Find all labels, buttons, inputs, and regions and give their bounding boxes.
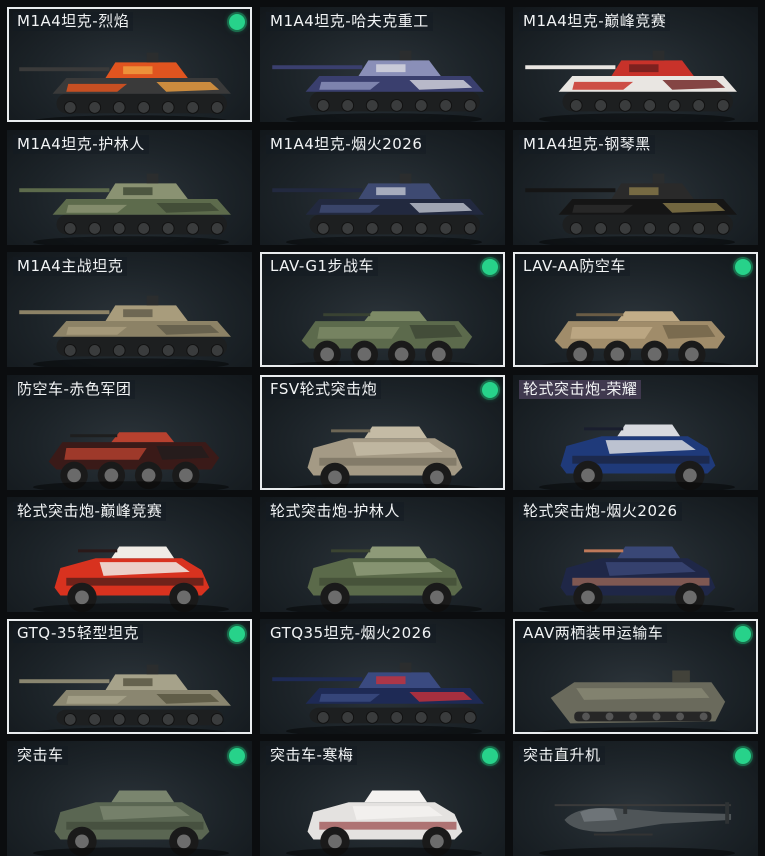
vehicle-image: [287, 311, 481, 365]
vehicle-name: FSV轮式突击炮: [266, 380, 382, 399]
vehicle-card[interactable]: M1A4坦克-哈夫克重工: [260, 7, 505, 122]
owned-status-icon: [229, 14, 245, 30]
vehicle-image: [19, 664, 231, 732]
vehicle-image: [525, 173, 737, 245]
vehicle-card[interactable]: FSV轮式突击炮: [260, 375, 505, 490]
owned-status-icon: [735, 259, 751, 275]
vehicle-name: M1A4坦克-烈焰: [13, 12, 134, 31]
vehicle-image: [540, 311, 734, 365]
vehicle-image: [32, 546, 229, 612]
vehicle-card[interactable]: 轮式突击炮-护林人: [260, 497, 505, 612]
vehicle-image: [19, 52, 231, 120]
vehicle-card[interactable]: GTQ-35轻型坦克: [7, 619, 252, 734]
owned-status-icon: [482, 259, 498, 275]
vehicle-card[interactable]: M1A4坦克-护林人: [7, 130, 252, 245]
vehicle-image: [538, 546, 735, 612]
vehicle-card[interactable]: 轮式突击炮-巅峰竞赛: [7, 497, 252, 612]
vehicle-card[interactable]: AAV两栖装甲运输车: [513, 619, 758, 734]
vehicle-card[interactable]: 突击车: [7, 741, 252, 856]
vehicle-skin-grid: M1A4坦克-烈焰 M1A4坦克-哈夫克重工 M1A4坦克-巅峰竞赛 M1A4坦克-护…: [0, 0, 765, 856]
vehicle-card[interactable]: M1A4坦克-烈焰: [7, 7, 252, 122]
owned-status-icon: [482, 382, 498, 398]
vehicle-name: LAV-AA防空车: [519, 257, 630, 276]
vehicle-card[interactable]: M1A4坦克-烟火2026: [260, 130, 505, 245]
vehicle-name: AAV两栖装甲运输车: [519, 624, 668, 643]
vehicle-card[interactable]: 防空车-赤色军团: [7, 375, 252, 490]
vehicle-image: [32, 432, 229, 490]
vehicle-image: [538, 424, 735, 490]
vehicle-card[interactable]: M1A4主战坦克: [7, 252, 252, 367]
owned-status-icon: [735, 748, 751, 764]
vehicle-card[interactable]: M1A4坦克-巅峰竞赛: [513, 7, 758, 122]
vehicle-card[interactable]: 轮式突击炮-烟火2026: [513, 497, 758, 612]
vehicle-image: [19, 295, 231, 367]
vehicle-card[interactable]: LAV-G1步战车: [260, 252, 505, 367]
vehicle-image: [540, 670, 734, 732]
vehicle-card[interactable]: M1A4坦克-钢琴黑: [513, 130, 758, 245]
vehicle-image: [525, 50, 737, 122]
vehicle-card[interactable]: GTQ35坦克-烟火2026: [260, 619, 505, 734]
vehicle-image: [538, 802, 735, 856]
vehicle-name: LAV-G1步战车: [266, 257, 379, 276]
vehicle-image: [272, 173, 484, 245]
vehicle-image: [287, 426, 481, 488]
vehicle-card[interactable]: 突击直升机: [513, 741, 758, 856]
vehicle-image: [285, 790, 482, 856]
owned-status-icon: [229, 626, 245, 642]
vehicle-image: [19, 173, 231, 245]
owned-status-icon: [482, 748, 498, 764]
vehicle-image: [272, 50, 484, 122]
owned-status-icon: [735, 626, 751, 642]
vehicle-image: [272, 662, 484, 734]
vehicle-card[interactable]: 突击车-寒梅: [260, 741, 505, 856]
vehicle-image: [285, 546, 482, 612]
vehicle-card[interactable]: 轮式突击炮-荣耀: [513, 375, 758, 490]
vehicle-name: GTQ-35轻型坦克: [13, 624, 143, 643]
vehicle-card[interactable]: LAV-AA防空车: [513, 252, 758, 367]
vehicle-image: [32, 790, 229, 856]
owned-status-icon: [229, 748, 245, 764]
